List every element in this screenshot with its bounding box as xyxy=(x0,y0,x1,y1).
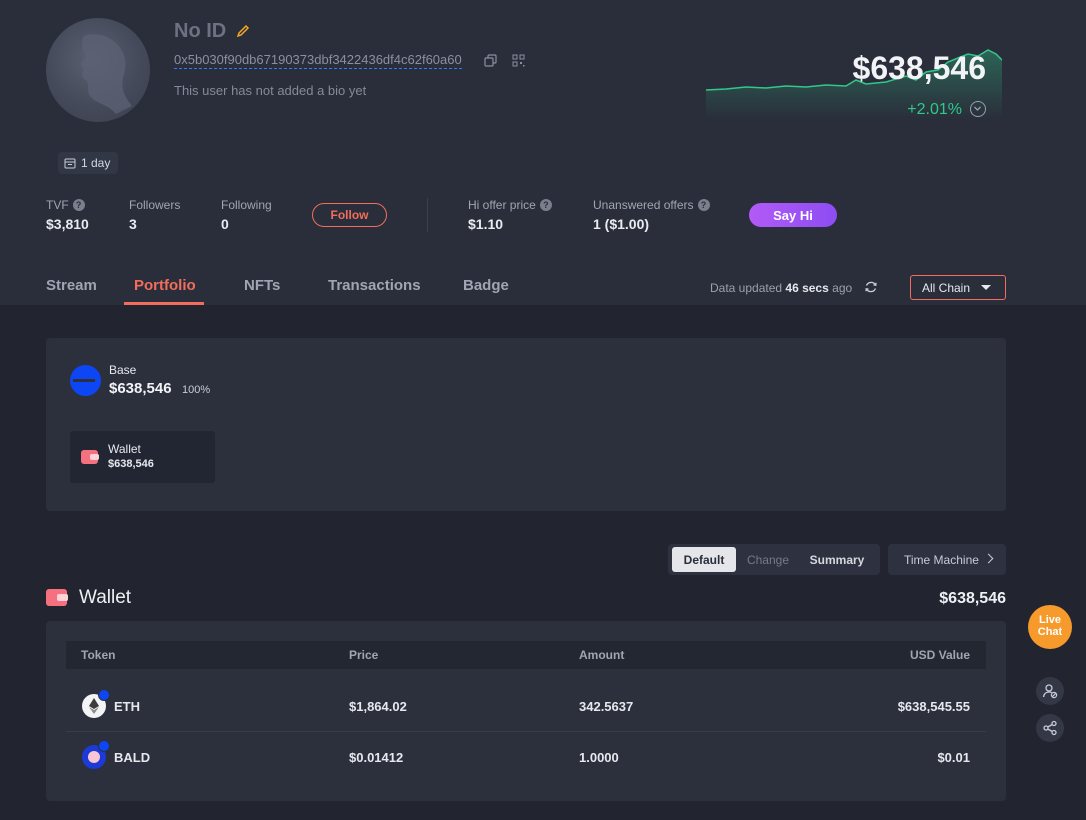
tab-stream[interactable]: Stream xyxy=(46,277,97,294)
base-chain-badge xyxy=(98,740,110,752)
follow-button[interactable]: Follow xyxy=(312,203,387,227)
user-check-icon xyxy=(1042,684,1058,699)
chain-value: $638,546 xyxy=(109,380,172,397)
live-chat-line1: Live xyxy=(1038,614,1061,626)
help-icon[interactable]: ? xyxy=(697,199,710,211)
live-chat-line2: Chat xyxy=(1037,626,1063,638)
qr-code-icon[interactable] xyxy=(512,54,525,67)
account-age: 1 day xyxy=(81,156,111,170)
share-icon xyxy=(1043,720,1057,736)
account-age-badge: 1 day xyxy=(58,152,119,174)
token-usd-value: $0.01 xyxy=(937,750,970,765)
stat-following-value: 0 xyxy=(221,216,229,232)
data-updated-status: Data updated 46 secs ago xyxy=(710,281,852,295)
table-row[interactable]: ETH $1,864.02 342.5637 $638,545.55 xyxy=(66,681,986,732)
help-icon[interactable]: ? xyxy=(539,199,552,211)
stats-divider xyxy=(427,198,428,232)
tab-nfts[interactable]: NFTs xyxy=(244,277,280,294)
token-price: $0.01412 xyxy=(349,750,404,765)
stat-following-label: Following xyxy=(221,198,272,212)
wallet-summary-item[interactable]: Wallet $638,546 xyxy=(70,431,215,483)
token-symbol[interactable]: BALD xyxy=(114,750,150,765)
col-price: Price xyxy=(349,648,379,662)
edit-icon[interactable] xyxy=(236,24,250,38)
time-machine-button[interactable]: Time Machine xyxy=(888,544,1006,575)
profile-header: No ID 0x5b030f90db67190373dbf3422436df4c… xyxy=(0,0,1086,305)
wallet-summary-value: $638,546 xyxy=(108,458,154,470)
col-token: Token xyxy=(81,648,116,662)
refresh-icon[interactable] xyxy=(864,280,878,294)
wallet-address[interactable]: 0x5b030f90db67190373dbf3422436df4c62f60a… xyxy=(174,52,462,69)
wallet-section-title: Wallet xyxy=(79,587,132,608)
share-button[interactable] xyxy=(1036,714,1064,742)
table-row[interactable]: BALD $0.01412 1.0000 $0.01 xyxy=(66,732,986,783)
wallet-section-total: $638,546 xyxy=(939,590,1006,607)
stat-followers[interactable]: Followers 3 xyxy=(129,198,180,232)
stat-unanswered-label: Unanswered offers xyxy=(593,198,694,212)
view-mode-toggle: Default Change Summary xyxy=(668,544,880,575)
stat-tvf-label: TVF xyxy=(46,198,69,212)
tab-badge[interactable]: Badge xyxy=(463,277,509,294)
stat-hi-offer-label: Hi offer price xyxy=(468,198,536,212)
view-change-button[interactable]: Change xyxy=(738,547,798,572)
col-amount: Amount xyxy=(579,648,625,662)
wallet-icon xyxy=(81,450,99,464)
chain-percent: 100% xyxy=(182,384,211,396)
user-check-button[interactable] xyxy=(1036,677,1064,705)
stat-hi-offer-value: $1.10 xyxy=(468,216,504,232)
base-chain-icon xyxy=(70,365,101,396)
token-amount: 1.0000 xyxy=(579,750,619,765)
profile-bio: This user has not added a bio yet xyxy=(174,83,367,98)
tab-transactions[interactable]: Transactions xyxy=(328,277,421,294)
updated-prefix: Data updated xyxy=(710,281,783,295)
caret-down-icon xyxy=(981,285,991,290)
col-usd-value: USD Value xyxy=(909,648,970,662)
token-symbol[interactable]: ETH xyxy=(114,699,140,714)
avatar xyxy=(46,18,150,122)
updated-time: 46 secs xyxy=(785,281,829,295)
stat-unanswered-offers: Unanswered offers? 1 ($1.00) xyxy=(593,198,710,232)
view-default-button[interactable]: Default xyxy=(672,547,736,572)
token-price: $1,864.02 xyxy=(349,699,407,714)
updated-suffix: ago xyxy=(832,281,853,295)
wallet-icon xyxy=(46,589,68,606)
chevron-right-icon xyxy=(983,553,994,564)
stat-tvf: TVF? $3,810 xyxy=(46,198,89,232)
stat-followers-value: 3 xyxy=(129,216,137,232)
chain-name: Base xyxy=(109,363,137,377)
net-worth-change: +2.01% xyxy=(907,101,962,118)
active-tab-indicator xyxy=(124,302,204,305)
chain-filter-select[interactable]: All Chain xyxy=(910,275,1006,300)
tab-portfolio[interactable]: Portfolio xyxy=(134,277,196,294)
chain-filter-value: All Chain xyxy=(922,280,971,295)
help-icon[interactable]: ? xyxy=(72,199,85,211)
view-summary-button[interactable]: Summary xyxy=(804,547,870,572)
chain-summary-card: Base $638,546 100% Wallet $638,546 xyxy=(46,338,1006,511)
copy-icon[interactable] xyxy=(484,54,497,67)
net-worth-value: $638,546 xyxy=(852,50,986,86)
time-machine-label: Time Machine xyxy=(904,552,979,567)
calendar-icon xyxy=(64,158,76,169)
live-chat-button[interactable]: Live Chat xyxy=(1028,605,1072,649)
wallet-summary-name: Wallet xyxy=(108,442,141,456)
table-header: Token Price Amount USD Value xyxy=(66,641,986,669)
chevron-down-icon[interactable] xyxy=(970,101,986,117)
token-table: Token Price Amount USD Value ETH $1,864.… xyxy=(46,621,1006,801)
token-usd-value: $638,545.55 xyxy=(897,699,970,714)
stat-tvf-value: $3,810 xyxy=(46,216,89,232)
stat-following[interactable]: Following 0 xyxy=(221,198,272,232)
say-hi-button[interactable]: Say Hi xyxy=(749,203,837,227)
stat-followers-label: Followers xyxy=(129,198,181,212)
base-chain-badge xyxy=(98,689,110,701)
stat-unanswered-value: 1 ($1.00) xyxy=(593,216,650,232)
token-amount: 342.5637 xyxy=(579,699,634,714)
profile-name: No ID xyxy=(174,20,227,42)
stat-hi-offer: Hi offer price? $1.10 xyxy=(468,198,552,232)
